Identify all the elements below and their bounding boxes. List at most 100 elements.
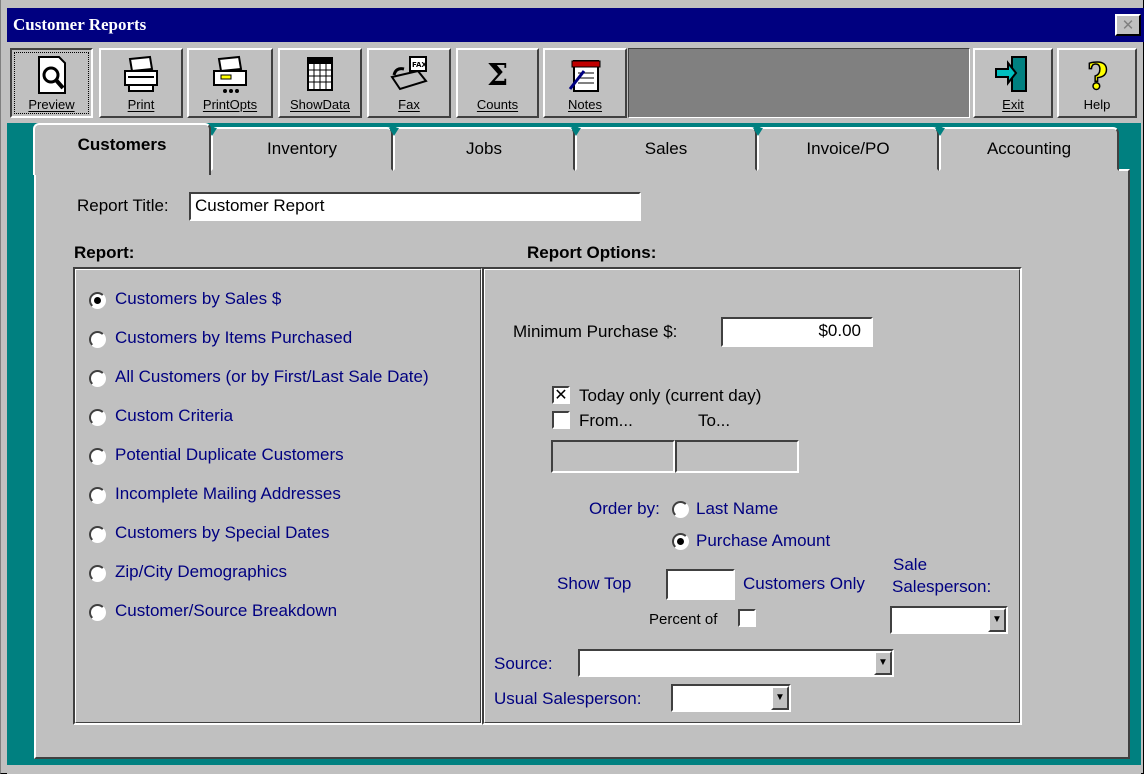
- chevron-down-icon[interactable]: ▼: [988, 608, 1006, 632]
- chevron-down-icon[interactable]: ▼: [874, 651, 892, 675]
- report-option-radio[interactable]: [89, 604, 106, 621]
- print-label: Print: [127, 97, 155, 112]
- to-date-input[interactable]: [675, 440, 799, 473]
- status-strip: [7, 765, 1141, 774]
- tab-inventory[interactable]: Inventory: [207, 127, 393, 171]
- usual-salesperson-label: Usual Salesperson:: [494, 689, 642, 708]
- order-purchase-amount-label: Purchase Amount: [696, 531, 831, 550]
- report-option-label: Customers by Items Purchased: [115, 328, 353, 347]
- print-button[interactable]: Print: [99, 48, 183, 118]
- report-option-radio[interactable]: [89, 292, 106, 309]
- svg-text:FAX: FAX: [412, 61, 427, 69]
- title-bar: Customer Reports ✕: [7, 8, 1144, 42]
- toolbar-spacer: [628, 48, 970, 118]
- source-label: Source:: [494, 654, 553, 673]
- exit-label: Exit: [1002, 97, 1024, 112]
- notes-button[interactable]: Notes: [543, 48, 627, 118]
- svg-text:?: ?: [1087, 56, 1108, 95]
- today-only-checkbox[interactable]: ✕: [552, 386, 570, 404]
- print-options-label: PrintOpts: [202, 97, 258, 112]
- show-top-input[interactable]: [666, 569, 735, 600]
- report-option-radio[interactable]: [89, 565, 106, 582]
- window-title: Customer Reports: [13, 15, 147, 34]
- report-option-label: Customers by Sales $: [115, 289, 282, 308]
- close-icon[interactable]: ✕: [1115, 14, 1141, 36]
- report-options-group: Minimum Purchase $: $0.00 ✕ Today only (…: [482, 267, 1022, 725]
- fax-icon: FAX: [390, 56, 428, 91]
- help-label: Help: [1083, 97, 1111, 112]
- report-option-label: Incomplete Mailing Addresses: [115, 484, 341, 503]
- order-last-name-radio[interactable]: [672, 501, 689, 518]
- report-title-input[interactable]: Customer Report: [189, 192, 641, 221]
- from-to-checkbox[interactable]: [552, 411, 570, 429]
- tab-jobs[interactable]: Jobs: [389, 127, 575, 171]
- tab-invoice-po[interactable]: Invoice/PO: [753, 127, 939, 171]
- show-data-button[interactable]: ShowData: [278, 48, 362, 118]
- tab-accounting[interactable]: Accounting: [935, 127, 1119, 171]
- help-button[interactable]: ? Help: [1057, 48, 1137, 118]
- counts-button[interactable]: Σ Counts: [456, 48, 539, 118]
- tab-inventory-label: Inventory: [267, 139, 337, 158]
- report-option-radio[interactable]: [89, 370, 106, 387]
- svg-text:Σ: Σ: [487, 58, 508, 93]
- report-option-label: Custom Criteria: [115, 406, 234, 425]
- show-data-label: ShowData: [290, 97, 350, 112]
- sale-salesperson-combo[interactable]: ▼: [890, 606, 1008, 634]
- customers-only-label: Customers Only: [743, 574, 865, 593]
- source-combo[interactable]: ▼: [578, 649, 894, 677]
- notes-label: Notes: [568, 97, 602, 112]
- tab-invoice-po-label: Invoice/PO: [806, 139, 890, 158]
- customers-tab-panel: Report Title: Customer Report Report: Re…: [34, 169, 1130, 759]
- customer-reports-window: Customer Reports ✕ Preview Print PrintOp…: [0, 0, 1144, 774]
- from-label: From...: [579, 411, 633, 430]
- notes-icon: [568, 60, 601, 92]
- report-tabs: Customers Inventory Jobs Sales Invoice/P…: [21, 123, 1131, 175]
- help-icon: ?: [1086, 55, 1109, 95]
- to-label: To...: [698, 411, 731, 430]
- toolbar: Preview Print PrintOpts ShowData FAX Fax…: [7, 43, 1141, 123]
- preview-icon: [37, 56, 66, 94]
- order-purchase-amount-radio[interactable]: [672, 533, 689, 550]
- sigma-icon: Σ: [487, 58, 508, 93]
- report-option-label: Potential Duplicate Customers: [115, 445, 344, 464]
- report-title-label: Report Title:: [77, 196, 169, 215]
- chevron-down-icon[interactable]: ▼: [771, 686, 789, 710]
- tab-sales[interactable]: Sales: [571, 127, 757, 171]
- report-option-label: All Customers (or by First/Last Sale Dat…: [115, 367, 429, 386]
- from-date-input[interactable]: [551, 440, 675, 473]
- grid-icon: [307, 57, 333, 91]
- print-options-button[interactable]: PrintOpts: [187, 48, 273, 118]
- exit-button[interactable]: Exit: [973, 48, 1053, 118]
- report-option-radio[interactable]: [89, 448, 106, 465]
- counts-label: Counts: [476, 97, 519, 112]
- report-option-radio[interactable]: [89, 331, 106, 348]
- min-purchase-label: Minimum Purchase $:: [513, 322, 678, 341]
- order-by-label: Order by:: [589, 499, 660, 518]
- order-last-name-label: Last Name: [696, 499, 779, 518]
- percent-of-checkbox[interactable]: [738, 609, 756, 627]
- usual-salesperson-combo[interactable]: ▼: [671, 684, 791, 712]
- report-options-heading: Report Options:: [527, 243, 657, 262]
- report-option-radio[interactable]: [89, 487, 106, 504]
- report-option-radio[interactable]: [89, 526, 106, 543]
- report-heading: Report:: [74, 243, 135, 262]
- percent-of-label: Percent of: [649, 611, 718, 628]
- tab-sales-label: Sales: [644, 139, 688, 158]
- tab-customers[interactable]: Customers: [33, 123, 211, 175]
- sale-salesperson-label: Salesperson:: [892, 577, 992, 596]
- tab-accounting-label: Accounting: [986, 139, 1072, 158]
- preview-button[interactable]: Preview: [10, 48, 93, 118]
- min-purchase-input[interactable]: $0.00: [721, 317, 873, 347]
- fax-label: Fax: [398, 97, 420, 112]
- report-option-label: Customer/Source Breakdown: [115, 601, 338, 620]
- exit-door-icon: [995, 56, 1027, 92]
- print-options-icon: [213, 55, 247, 93]
- sale-label: Sale: [893, 555, 928, 574]
- tab-jobs-label: Jobs: [466, 139, 502, 158]
- report-option-radio[interactable]: [89, 409, 106, 426]
- printer-icon: [124, 55, 158, 92]
- preview-label: Preview: [28, 97, 75, 112]
- report-option-label: Zip/City Demographics: [115, 562, 287, 581]
- show-top-label: Show Top: [557, 574, 632, 593]
- fax-button[interactable]: FAX Fax: [367, 48, 451, 118]
